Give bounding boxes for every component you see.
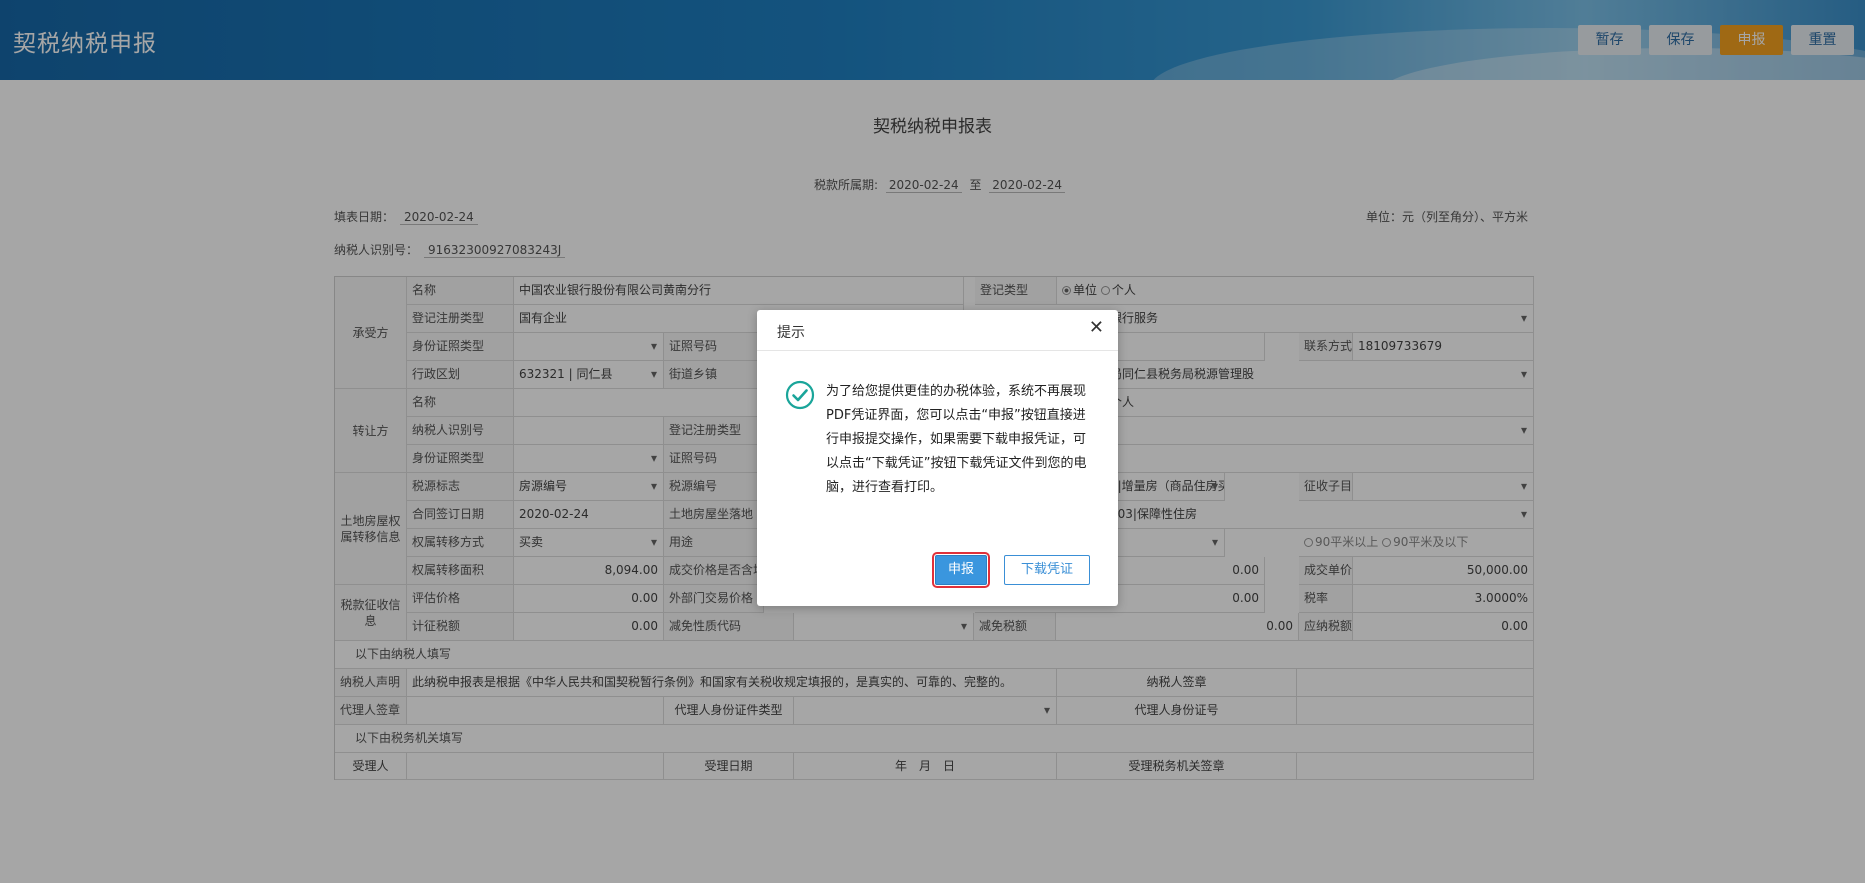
check-circle-icon bbox=[785, 380, 815, 410]
close-icon[interactable]: ✕ bbox=[1089, 318, 1104, 338]
dialog-message: 为了给您提供更佳的办税体验，系统不再展现PDF凭证界面，您可以点击“申报”按钮直… bbox=[826, 384, 1087, 495]
download-voucher-button[interactable]: 下载凭证 bbox=[1004, 555, 1090, 585]
dialog-submit-button[interactable]: 申报 bbox=[932, 552, 990, 588]
dialog-divider bbox=[757, 350, 1118, 351]
dialog-title: 提示 bbox=[777, 325, 805, 341]
notice-dialog: 提示 ✕ 为了给您提供更佳的办税体验，系统不再展现PDF凭证界面，您可以点击“申… bbox=[757, 310, 1118, 606]
